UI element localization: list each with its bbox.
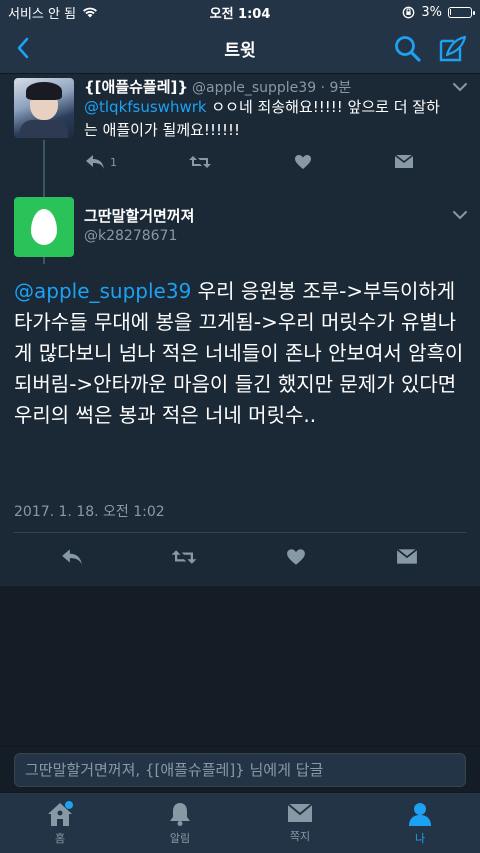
dm-button[interactable] [394,154,414,169]
search-button[interactable] [392,33,424,65]
carrier-label: 서비스 안 됨 [8,6,77,22]
mention-link[interactable]: @apple_supple39 [14,279,191,303]
display-name[interactable]: 그딴말할거면꺼져 [84,205,194,226]
like-button[interactable] [286,548,306,566]
battery-icon [448,6,475,18]
focused-tweet-header[interactable]: 그딴말할거면꺼져 @k28278671 [0,194,480,264]
avatar-hair [26,82,62,100]
reply-count: 1 [110,155,117,169]
tweet-timestamp: 2017. 1. 18. 오전 1:02 [14,504,165,520]
orientation-lock-icon [403,6,415,18]
avatar-body [20,120,68,138]
tweet-actions [0,548,480,574]
tab-label: 나 [414,832,426,845]
status-left: 서비스 안 됨 [8,3,98,22]
person-icon [409,803,431,826]
battery-fill [450,8,451,15]
status-bar: 서비스 안 됨 오전 1:04 3% [0,0,480,24]
like-button[interactable] [294,154,312,170]
display-name[interactable]: {[애플슈플레]} [84,76,188,97]
mention-link[interactable]: @tlqkfsuswhwrk [84,98,207,116]
tab-label: 홈 [54,832,66,845]
envelope-icon [396,548,418,564]
retweet-button[interactable] [188,154,212,170]
chevron-left-icon [17,37,29,59]
tweet-detail: {[애플슈플레]} @apple_supple39 · 9분 @tlqkfsus… [0,74,480,586]
notification-dot [65,801,73,809]
chevron-down-icon[interactable] [452,82,468,92]
nav-bar: 트윗 [0,24,480,74]
bell-icon [170,803,190,826]
tab-me[interactable]: 나 [380,801,460,849]
reply-area [0,746,480,792]
reply-input[interactable] [14,753,466,787]
tweet-text: @tlqkfsuswhwrk ㅇㅇ네 죄송해요!!!!! 앞으로 더 잘하 는 … [84,96,464,142]
status-right: 3% [402,4,475,20]
tab-bar: 홈 알림 쪽지 나 [0,792,480,853]
tab-label: 알림 [169,832,191,845]
retweet-icon [171,550,197,564]
status-time: 오전 1:04 [209,6,271,22]
page-title: 트윗 [224,41,256,61]
reply-button[interactable] [60,548,84,566]
parent-tweet[interactable]: {[애플슈플레]} @apple_supple39 · 9분 @tlqkfsus… [0,74,480,184]
empty-area [0,586,480,746]
heart-icon [295,155,311,169]
tweet-text-line1: ㅇㅇ네 죄송해요!!!!! 앞으로 더 잘하 [206,98,440,116]
heart-icon [287,549,305,565]
avatar[interactable] [14,78,74,138]
envelope-icon [287,803,313,822]
tweet-actions: 1 [84,154,444,174]
divider [14,532,466,533]
tab-messages[interactable]: 쪽지 [260,801,340,849]
wifi-icon [83,7,98,18]
dm-button[interactable] [396,548,418,565]
egg-icon [31,209,57,245]
envelope-icon [394,154,414,168]
compose-icon [439,35,467,62]
tab-label: 쪽지 [289,830,311,843]
avatar[interactable] [14,197,74,257]
reply-icon [62,549,82,565]
tab-notifications[interactable]: 알림 [140,801,220,849]
reply-icon [86,155,104,169]
compose-button[interactable] [436,33,468,65]
retweet-icon [189,156,211,168]
handle-and-time: @apple_supple39 · 9분 [192,80,352,96]
reply-button[interactable]: 1 [84,154,117,170]
tweet-text-line2: 는 애플이가 될께요!!!!!! [84,121,241,139]
chevron-down-icon[interactable] [452,210,468,220]
battery-percent: 3% [421,4,442,20]
focused-tweet-text: @apple_supple39 우리 응원봉 조루->부득이하게 타가수들 무대… [14,276,468,431]
tab-home[interactable]: 홈 [20,801,100,849]
handle: @k28278671 [84,228,178,244]
back-button[interactable] [8,33,38,63]
retweet-button[interactable] [170,548,198,566]
search-icon [395,36,421,62]
